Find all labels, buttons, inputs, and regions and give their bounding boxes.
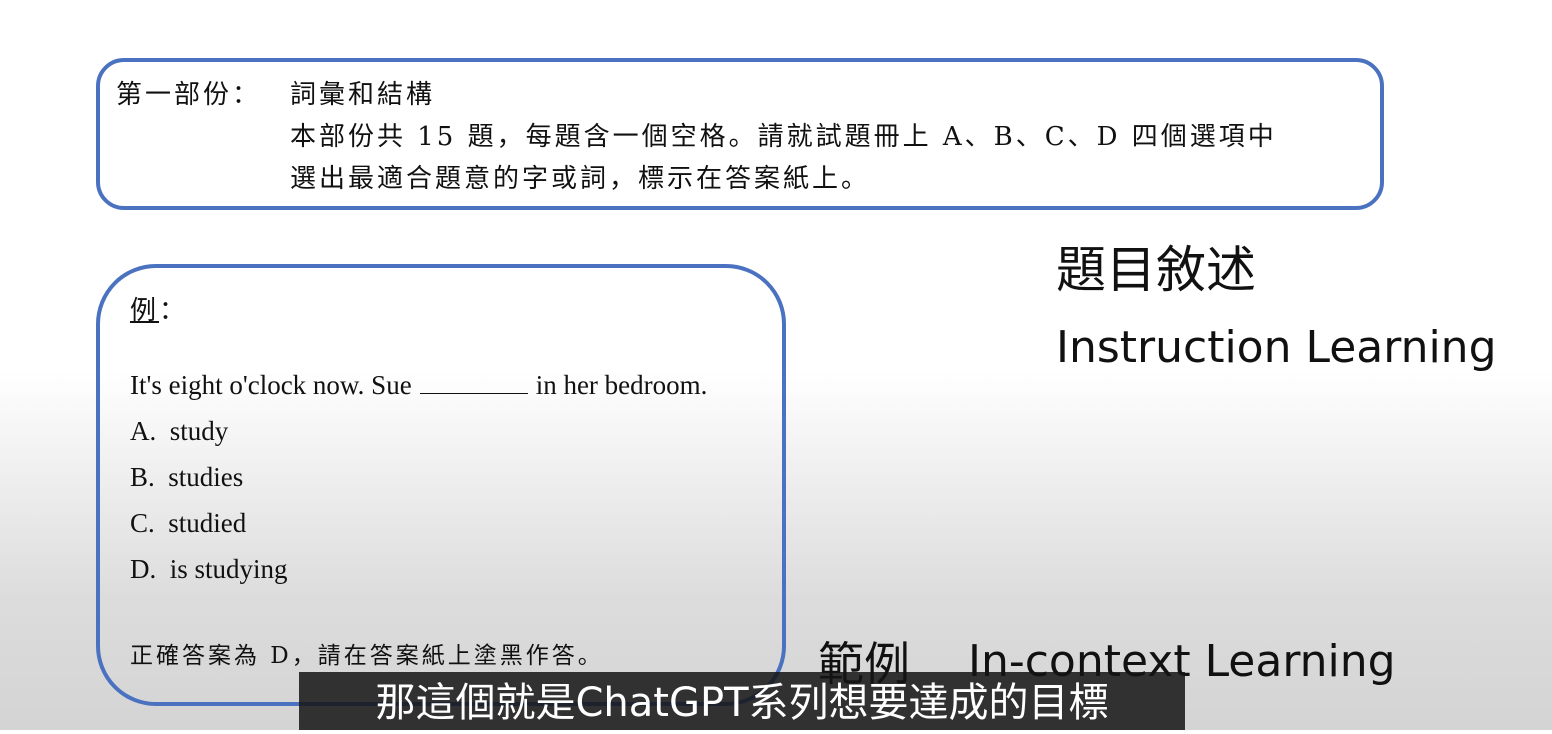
option-c: C. studied bbox=[130, 508, 247, 538]
option-d: D. is studying bbox=[130, 554, 288, 584]
example-label: 例： bbox=[130, 290, 188, 327]
option-a: A. study bbox=[130, 416, 229, 446]
instruction-label-cn: 題目敘述 bbox=[1056, 241, 1256, 299]
section-title: 詞彙和結構 bbox=[290, 80, 436, 110]
video-subtitle: 那這個就是ChatGPT系列想要達成的目標 bbox=[299, 672, 1185, 730]
answer-note: 正確答案為 D，請在答案紙上塗黑作答。 bbox=[130, 643, 604, 669]
example-colon: ： bbox=[159, 296, 189, 326]
example-question: It's eight o'clock now. Sue in her bedroo… bbox=[130, 370, 707, 401]
example-label-text: 例 bbox=[130, 296, 160, 326]
question-before: It's eight o'clock now. Sue bbox=[130, 370, 412, 400]
option-b: B. studies bbox=[130, 462, 244, 492]
instruction-line-2: 選出最適合題意的字或詞，標示在答案紙上。 bbox=[290, 164, 871, 194]
part-heading: 第一部份： bbox=[116, 80, 262, 110]
instruction-line-1: 本部份共 15 題，每題含一個空格。請就試題冊上 A、B、C、D 四個選項中 bbox=[290, 122, 1277, 152]
answer-blank bbox=[419, 371, 528, 394]
instruction-label-en: Instruction Learning bbox=[1056, 322, 1497, 373]
question-after: in her bedroom. bbox=[535, 370, 708, 400]
